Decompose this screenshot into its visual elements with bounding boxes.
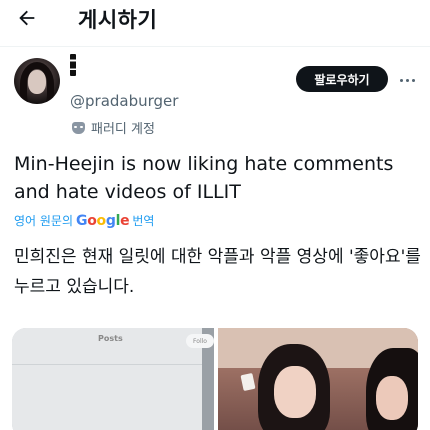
display-name-glyph <box>70 54 76 76</box>
tweet-text-translated: 민희진은 현재 일릿에 대한 악플과 악플 영상에 '좋아요'를 누르고 있습니… <box>14 247 421 297</box>
translate-prefix: 영어 원문의 <box>14 214 74 228</box>
user-handle[interactable]: @pradaburger <box>70 92 178 110</box>
media-image-screenshot[interactable]: Posts Follo <box>12 328 214 430</box>
header-divider <box>0 46 430 47</box>
parody-label: 패러디 계정 <box>72 118 155 137</box>
screenshot-follow-button: Follo <box>186 334 214 348</box>
more-button[interactable] <box>392 70 422 90</box>
tweet-text-original: Min-Heejin is now liking hate comments a… <box>14 153 394 203</box>
page-title: 게시하기 <box>78 8 158 32</box>
arrow-left-icon <box>19 10 35 26</box>
avatar-face <box>28 70 46 94</box>
back-button[interactable] <box>16 6 46 30</box>
parody-label-text: 패러디 계정 <box>91 122 155 137</box>
google-logo: Google <box>76 212 130 229</box>
display-name[interactable] <box>68 54 78 78</box>
translate-suffix: 번역 <box>132 214 155 228</box>
avatar[interactable] <box>14 58 60 104</box>
more-icon-dot <box>405 78 409 82</box>
follow-button[interactable]: 팔로우하기 <box>296 66 388 92</box>
media-image-photo[interactable] <box>218 328 418 430</box>
photo-person-face <box>376 376 408 420</box>
screenshot-title: Posts <box>98 334 123 343</box>
top-bar: 게시하기 <box>0 0 430 40</box>
photo-person-face <box>274 366 316 418</box>
photo-card <box>240 372 256 392</box>
more-icon <box>399 78 403 82</box>
tweet-media: Posts Follo <box>12 328 418 430</box>
screenshot-card: Posts <box>12 328 202 430</box>
more-icon-dot <box>411 78 415 82</box>
screenshot-divider <box>12 364 202 365</box>
mask-icon <box>72 121 85 134</box>
translate-link[interactable]: 영어 원문의 Google 번역 <box>14 212 154 229</box>
